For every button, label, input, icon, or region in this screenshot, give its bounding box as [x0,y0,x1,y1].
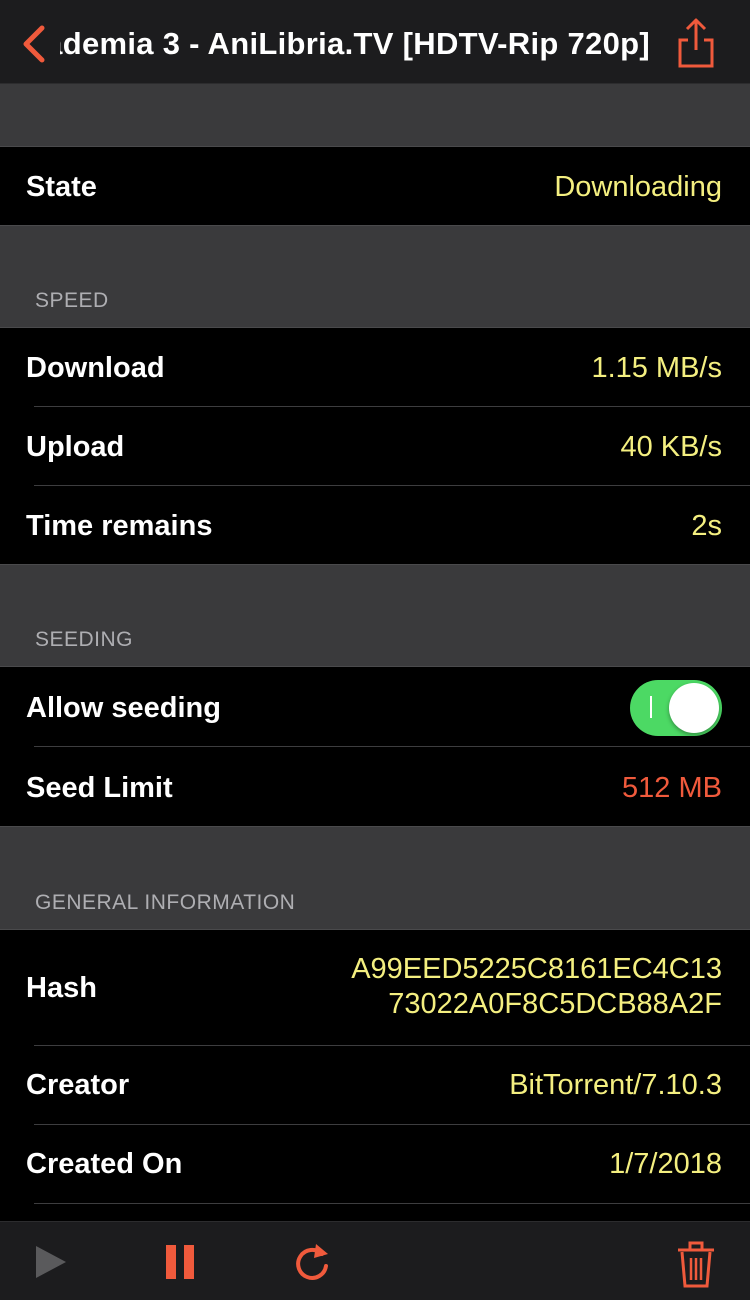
share-icon [678,18,714,68]
seed-limit-value[interactable]: 512 MB [622,772,722,805]
download-label: Download [26,352,165,384]
pause-icon [166,1245,194,1279]
toggle-on-indicator [650,696,652,718]
creator-value: BitTorrent/7.10.3 [509,1069,722,1101]
speed-group: Download 1.15 MB/s Upload 40 KB/s Time r… [0,327,750,565]
hash-value[interactable]: A99EED5225C8161EC4C13 73022A0F8C5DCB88A2… [351,952,722,1022]
speed-section-header: SPEED [35,289,109,312]
upload-row: Upload 40 KB/s [0,407,750,486]
allow-seeding-label: Allow seeding [26,692,221,724]
row-divider [34,1203,750,1204]
state-group: State Downloading [0,146,750,226]
back-button[interactable] [14,22,54,66]
state-label: State [26,171,97,203]
created-on-label: Created On [26,1148,183,1180]
creator-row: Creator BitTorrent/7.10.3 [0,1046,750,1125]
hash-label: Hash [26,972,97,1004]
time-remains-row: Time remains 2s [0,486,750,564]
trash-button[interactable] [674,1240,718,1288]
seeding-group: Allow seeding Seed Limit 512 MB [0,666,750,827]
upload-value: 40 KB/s [620,431,722,463]
state-value: Downloading [554,171,722,203]
allow-seeding-toggle[interactable] [630,680,722,736]
title-container: Boku no Hero Academia 3 - AniLibria.TV [… [60,0,660,84]
creator-label: Creator [26,1069,130,1101]
download-value: 1.15 MB/s [591,352,722,384]
time-remains-value: 2s [691,510,722,542]
general-group: Hash A99EED5225C8161EC4C13 73022A0F8C5DC… [0,929,750,1229]
created-on-value: 1/7/2018 [609,1148,722,1180]
created-on-row: Created On 1/7/2018 [0,1125,750,1204]
seed-limit-label: Seed Limit [26,772,173,804]
refresh-button[interactable] [290,1240,334,1284]
hash-row: Hash A99EED5225C8161EC4C13 73022A0F8C5DC… [0,930,750,1046]
bottom-toolbar [0,1221,750,1300]
pause-button[interactable] [158,1240,202,1284]
general-section-header: GENERAL INFORMATION [35,891,296,914]
share-button[interactable] [672,14,720,70]
seed-limit-row[interactable]: Seed Limit 512 MB [0,747,750,826]
hash-value-line-2: 73022A0F8C5DCB88A2F [388,988,722,1020]
play-icon [36,1246,66,1278]
time-remains-label: Time remains [26,510,213,542]
play-button[interactable] [30,1240,74,1284]
upload-label: Upload [26,431,125,463]
trash-icon [678,1241,714,1288]
download-row: Download 1.15 MB/s [0,328,750,407]
toggle-knob [669,683,719,733]
state-row: State Downloading [0,147,750,225]
seeding-section-header: SEEDING [35,628,134,651]
hash-value-line-1: A99EED5225C8161EC4C13 [351,953,722,985]
allow-seeding-row: Allow seeding [0,667,750,747]
chevron-left-icon [23,25,45,63]
refresh-icon [296,1244,328,1280]
navigation-bar: Boku no Hero Academia 3 - AniLibria.TV [… [0,0,750,84]
page-title: Boku no Hero Academia 3 - AniLibria.TV [… [60,26,650,61]
